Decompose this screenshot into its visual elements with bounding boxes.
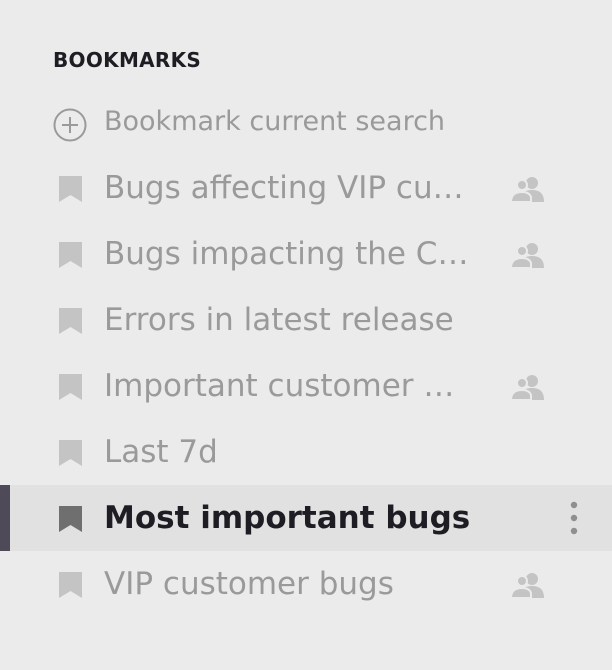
bookmark-name: Important customer bugs (104, 368, 474, 404)
bookmark-name: VIP customer bugs (104, 566, 394, 602)
shared-users-icon (511, 177, 544, 202)
bookmark-item-selected[interactable]: Most important bugs (0, 485, 612, 551)
bookmark-icon (59, 242, 82, 268)
bookmark-icon (59, 374, 82, 400)
bookmarks-panel: BOOKMARKS Bookmark current search Bugs a… (0, 0, 612, 670)
bookmarks-heading: BOOKMARKS (53, 48, 202, 72)
shared-users-icon (511, 573, 544, 598)
bookmark-item[interactable]: Errors in latest release (0, 287, 612, 353)
plus-circle-icon (53, 108, 87, 142)
bookmark-current-search-button[interactable]: Bookmark current search (0, 87, 612, 153)
bookmark-current-search-label: Bookmark current search (104, 106, 446, 137)
bookmark-name: Last 7d (104, 434, 218, 470)
bookmark-item[interactable]: Bugs impacting the CEO (0, 221, 612, 287)
bookmark-list: Bugs affecting VIP custo… Bugs impacting… (0, 155, 612, 617)
active-indicator (0, 485, 10, 551)
bookmark-item[interactable]: Important customer bugs (0, 353, 612, 419)
more-options-icon[interactable] (564, 499, 584, 537)
bookmark-icon (59, 572, 82, 598)
bookmark-name: Bugs affecting VIP custo… (104, 170, 474, 206)
bookmark-item[interactable]: VIP customer bugs (0, 551, 612, 617)
bookmark-name: Errors in latest release (104, 302, 454, 338)
bookmark-icon (59, 506, 82, 532)
bookmark-icon (59, 176, 82, 202)
bookmark-icon (59, 440, 82, 466)
bookmark-name: Bugs impacting the CEO (104, 236, 474, 272)
bookmark-item[interactable]: Bugs affecting VIP custo… (0, 155, 612, 221)
shared-users-icon (511, 243, 544, 268)
bookmark-icon (59, 308, 82, 334)
bookmark-item[interactable]: Last 7d (0, 419, 612, 485)
shared-users-icon (511, 375, 544, 400)
bookmark-name: Most important bugs (104, 500, 471, 536)
